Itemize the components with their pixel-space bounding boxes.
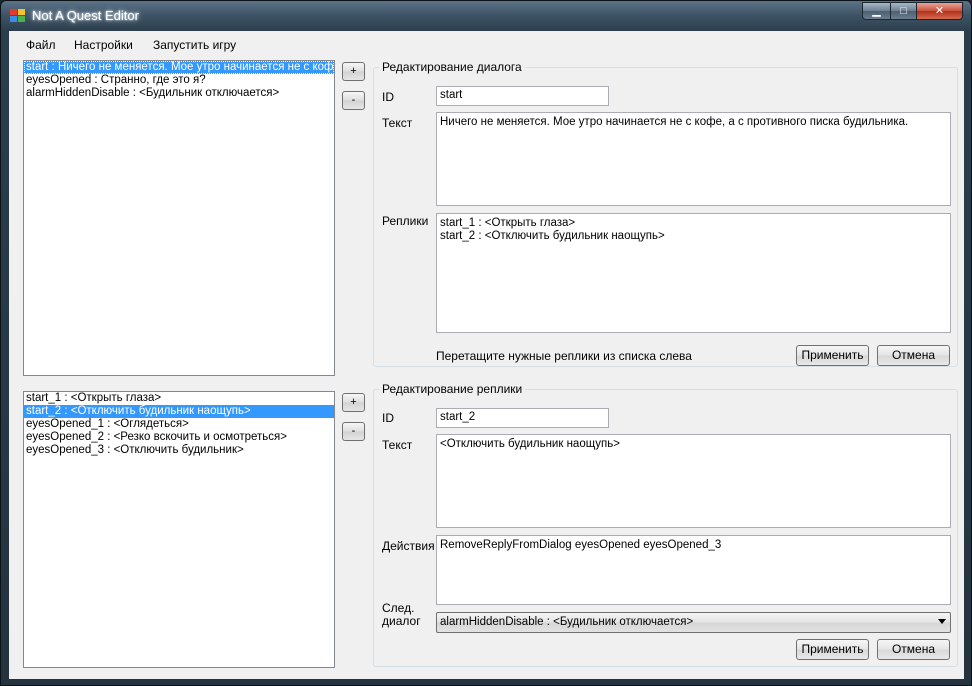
add-dialog-button[interactable]: + — [342, 62, 365, 81]
reply-list-item[interactable]: start_2 : <Отключить будильник наощупь> — [24, 405, 334, 418]
reply-apply-button[interactable]: Применить — [796, 639, 869, 660]
next-dialog-select[interactable]: alarmHiddenDisable : <Будильник отключае… — [436, 612, 951, 633]
drag-hint: Перетащите нужные реплики из списка слев… — [436, 349, 692, 363]
minimize-button[interactable]: ▁ — [862, 2, 891, 20]
minimize-icon: ▁ — [872, 5, 881, 17]
dialog-cancel-button[interactable]: Отмена — [877, 345, 950, 366]
reply-cancel-button[interactable]: Отмена — [877, 639, 950, 660]
dialog-id-label: ID — [382, 90, 394, 104]
reply-id-label: ID — [382, 411, 394, 425]
dialog-edit-title: Редактирование диалога — [379, 60, 525, 74]
reply-list[interactable]: start_1 : <Открыть глаза> start_2 : <Отк… — [23, 391, 335, 668]
client-area: Файл Настройки Запустить игру start : Ни… — [9, 31, 964, 679]
dialog-list[interactable]: start : Ничего не меняется. Мое утро нач… — [23, 60, 335, 376]
menu-settings[interactable]: Настройки — [74, 38, 133, 52]
title-bar[interactable]: Not A Quest Editor ▁ □ ✕ — [1, 1, 971, 31]
reply-actions-label: Действия — [382, 539, 435, 553]
dialog-reply-item[interactable]: start_1 : <Открыть глаза> — [440, 217, 947, 230]
add-reply-button[interactable]: + — [342, 393, 365, 412]
menu-run-game[interactable]: Запустить игру — [153, 38, 236, 52]
reply-text-label: Текст — [382, 438, 413, 452]
close-button[interactable]: ✕ — [916, 2, 963, 20]
dialog-list-item[interactable]: eyesOpened : Странно, где это я? — [24, 74, 334, 87]
reply-text-input[interactable]: <Отключить будильник наощупь> — [436, 434, 951, 528]
chevron-down-icon — [938, 619, 946, 624]
remove-reply-button[interactable]: - — [342, 422, 365, 441]
close-icon: ✕ — [934, 5, 945, 17]
dialog-list-item[interactable]: start : Ничего не меняется. Мое утро нач… — [24, 61, 334, 74]
reply-list-item[interactable]: eyesOpened_3 : <Отключить будильник> — [24, 444, 334, 457]
reply-edit-title: Редактирование реплики — [379, 382, 526, 396]
reply-actions-input[interactable]: RemoveReplyFromDialog eyesOpened eyesOpe… — [436, 535, 951, 605]
next-dialog-label: След. диалог — [382, 601, 421, 628]
reply-list-item[interactable]: eyesOpened_1 : <Оглядеться> — [24, 418, 334, 431]
dialog-apply-button[interactable]: Применить — [796, 345, 869, 366]
reply-list-item[interactable]: start_1 : <Открыть глаза> — [24, 392, 334, 405]
dialog-replies-list[interactable]: start_1 : <Открыть глаза> start_2 : <Отк… — [436, 213, 951, 333]
dialog-reply-item[interactable]: start_2 : <Отключить будильник наощупь> — [440, 230, 947, 243]
menu-bar: Файл Настройки Запустить игру — [9, 31, 964, 55]
window-title: Not A Quest Editor — [32, 8, 139, 23]
maximize-button[interactable]: □ — [890, 2, 917, 20]
app-window: Not A Quest Editor ▁ □ ✕ Файл Настройки … — [0, 0, 972, 686]
app-icon — [10, 9, 26, 23]
dialog-replies-label: Реплики — [382, 214, 429, 228]
menu-file[interactable]: Файл — [26, 38, 56, 52]
maximize-icon: □ — [900, 5, 907, 17]
remove-dialog-button[interactable]: - — [342, 91, 365, 110]
dialog-list-item[interactable]: alarmHiddenDisable : <Будильник отключае… — [24, 87, 334, 100]
dialog-text-input[interactable]: Ничего не меняется. Мое утро начинается … — [436, 112, 951, 206]
reply-list-item[interactable]: eyesOpened_2 : <Резко вскочить и осмотре… — [24, 431, 334, 444]
dialog-text-label: Текст — [382, 116, 413, 130]
dialog-id-input[interactable]: start — [436, 86, 609, 106]
reply-id-input[interactable]: start_2 — [436, 408, 609, 428]
